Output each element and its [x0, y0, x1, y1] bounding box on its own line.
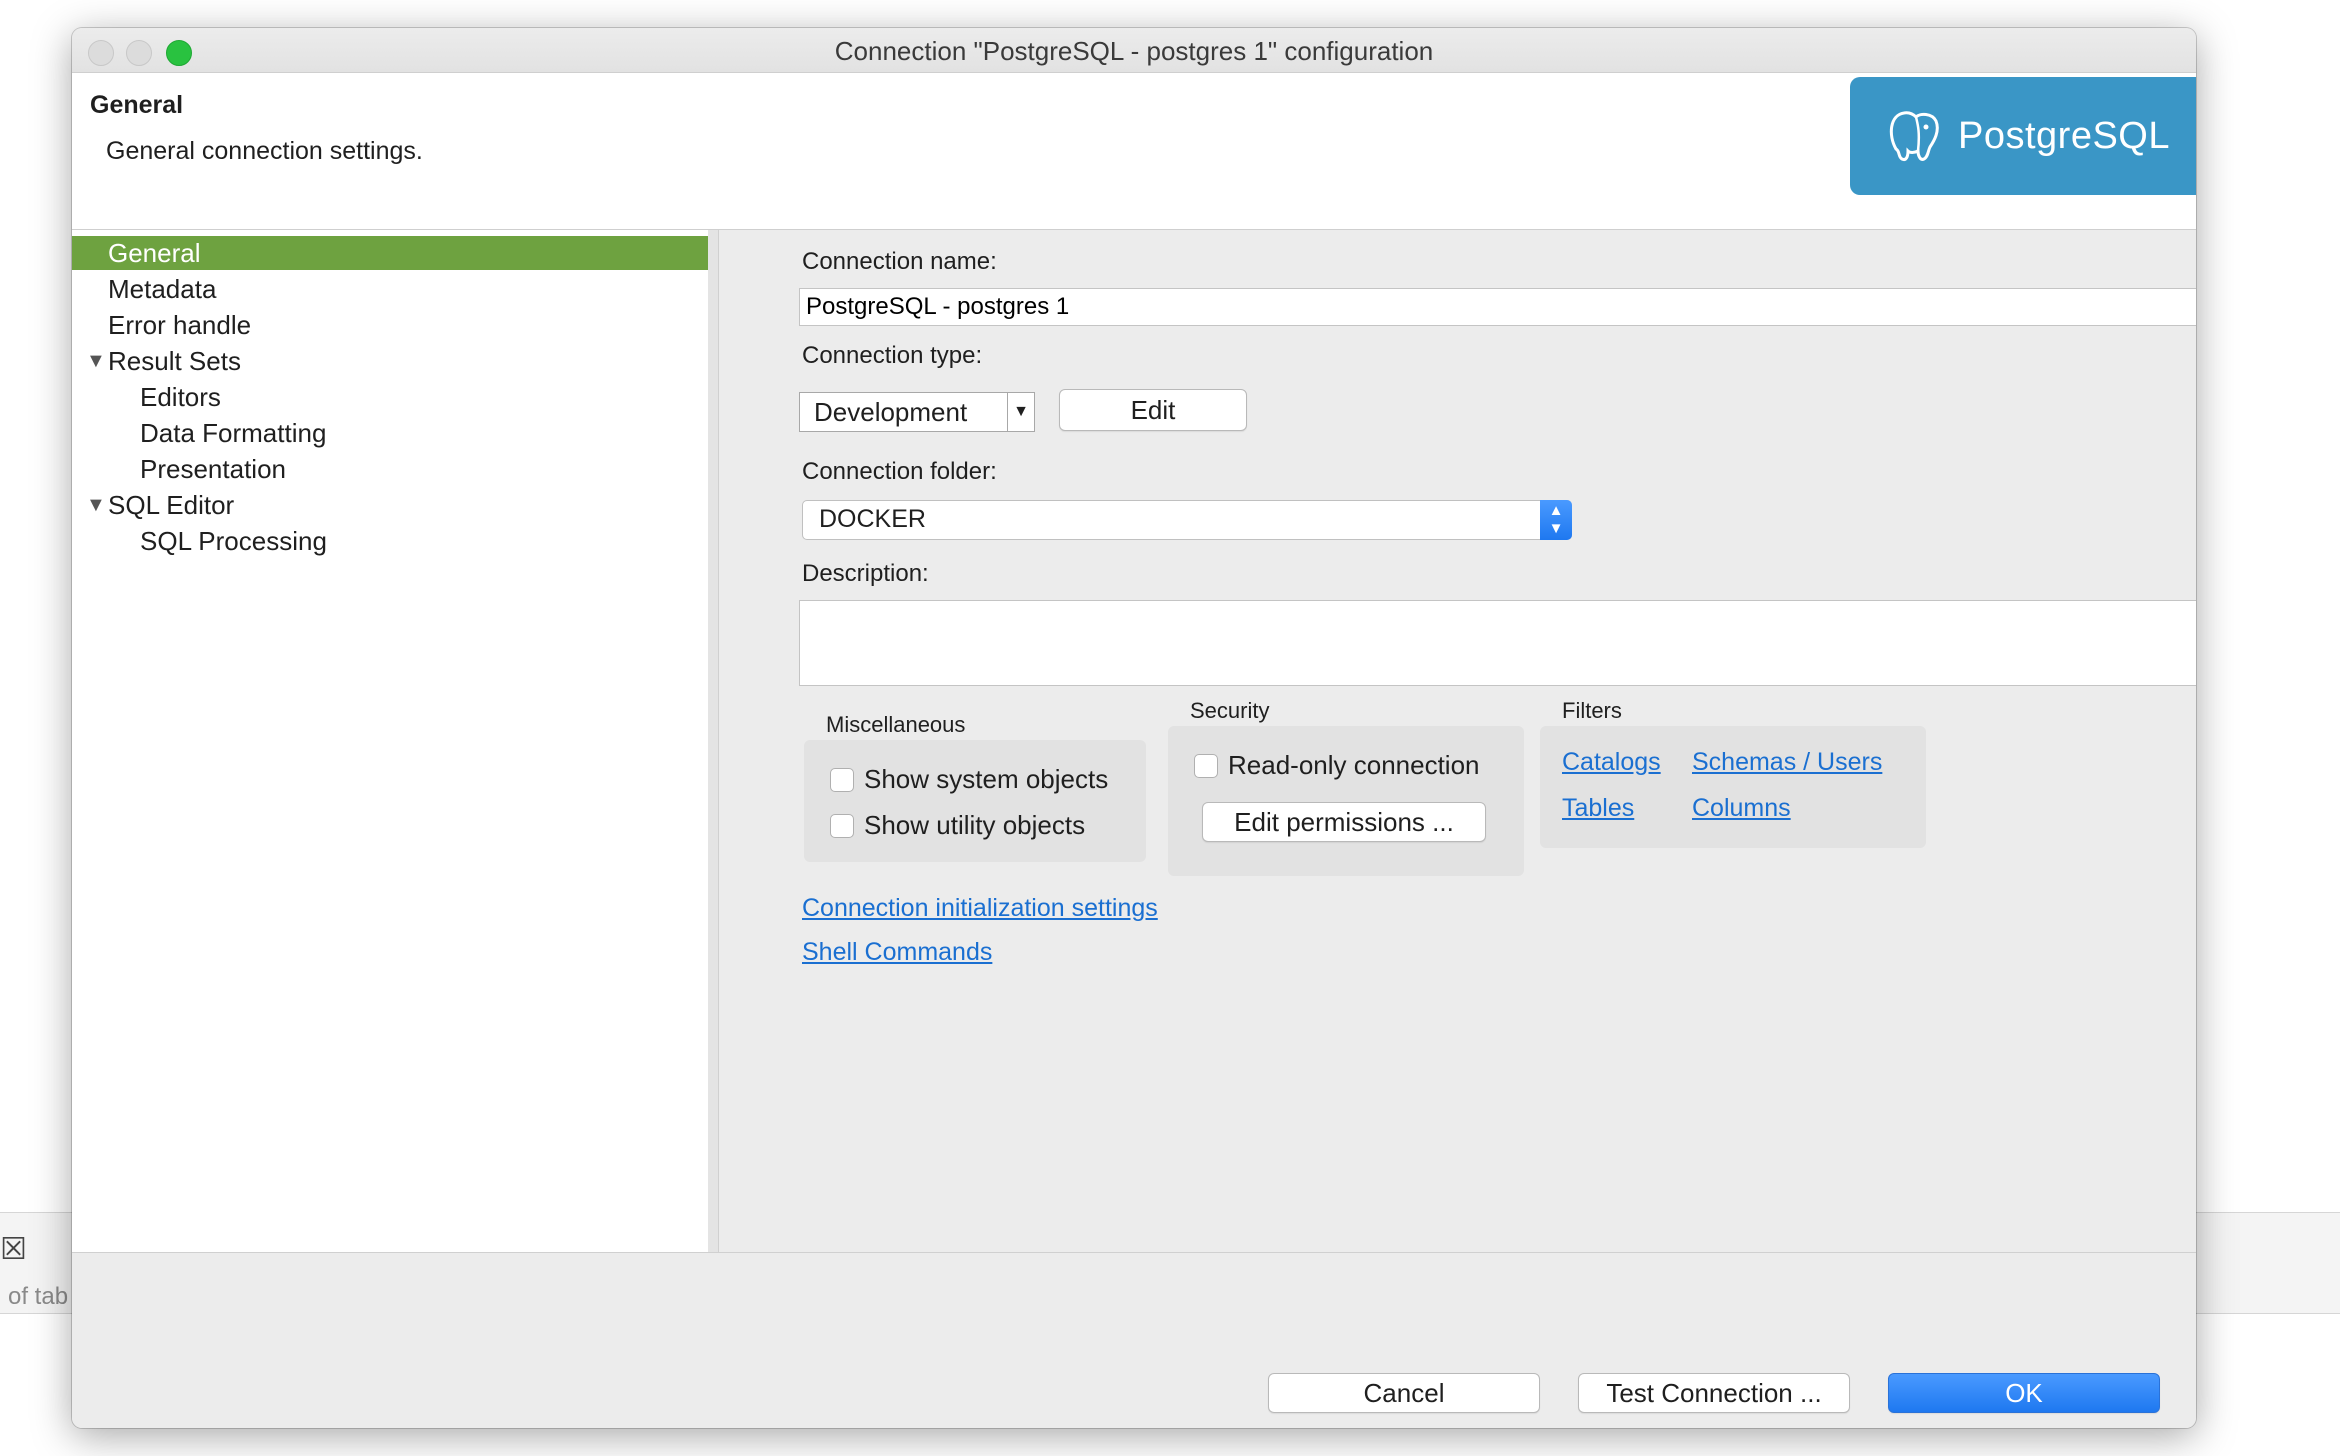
- window-close-button[interactable]: [88, 40, 114, 66]
- tree-item-error-handle[interactable]: Error handle: [108, 308, 251, 342]
- tree-item-metadata[interactable]: Metadata: [108, 272, 216, 306]
- tree-item-label: SQL Editor: [108, 490, 235, 520]
- description-label: Description:: [802, 560, 929, 587]
- pane-splitter[interactable]: [708, 230, 719, 1252]
- connection-init-settings-link[interactable]: Connection initialization settings: [802, 894, 1158, 923]
- tree-item-editors[interactable]: Editors: [140, 380, 221, 414]
- tree-item-presentation[interactable]: Presentation: [140, 452, 286, 486]
- select-stepper-icon[interactable]: ▲ ▼: [1540, 500, 1572, 540]
- tree-item-sql-processing[interactable]: SQL Processing: [140, 524, 327, 558]
- connection-type-value: Development: [814, 397, 968, 427]
- cancel-label: Cancel: [1363, 1378, 1445, 1408]
- close-tab-icon[interactable]: ☒: [0, 1232, 27, 1272]
- settings-tree: General Metadata Error handle ▼ Result S…: [72, 230, 709, 1252]
- window-maximize-button[interactable]: [166, 40, 192, 66]
- connection-folder-label: Connection folder:: [802, 458, 997, 485]
- connection-type-label: Connection type:: [802, 342, 983, 369]
- edit-connection-type-button[interactable]: Edit: [1059, 389, 1247, 431]
- schemas-users-link[interactable]: Schemas / Users: [1692, 748, 1882, 777]
- shell-commands-link[interactable]: Shell Commands: [802, 938, 992, 967]
- expand-triangle-icon[interactable]: ▼: [86, 344, 106, 378]
- description-textarea[interactable]: [799, 600, 2196, 686]
- tree-item-data-formatting[interactable]: Data Formatting: [140, 416, 326, 450]
- title-bar: Connection "PostgreSQL - postgres 1" con…: [72, 28, 2196, 73]
- expand-triangle-icon[interactable]: ▼: [86, 488, 106, 522]
- filters-group-title: Filters: [1562, 698, 1622, 723]
- security-group-title: Security: [1190, 698, 1270, 723]
- security-group: Read-only connection Edit permissions ..…: [1168, 726, 1524, 876]
- dropdown-arrow-icon[interactable]: ▼: [1007, 393, 1034, 431]
- tree-item-label: General: [108, 238, 201, 268]
- ok-label: OK: [2005, 1378, 2043, 1408]
- show-utility-objects-checkbox[interactable]: [830, 814, 854, 838]
- background-app-text: of tab: [8, 1283, 69, 1310]
- misc-group: Show system objects Show utility objects: [804, 740, 1146, 862]
- window-title: Connection "PostgreSQL - postgres 1" con…: [834, 36, 1434, 66]
- connection-name-input[interactable]: [799, 288, 2196, 326]
- misc-group-title: Miscellaneous: [826, 712, 966, 737]
- catalogs-link[interactable]: Catalogs: [1562, 748, 1661, 777]
- ok-button[interactable]: OK: [1888, 1373, 2160, 1413]
- filters-group: Catalogs Schemas / Users Tables Columns: [1540, 726, 1926, 848]
- tree-item-general[interactable]: General: [72, 236, 708, 270]
- test-connection-label: Test Connection ...: [1606, 1378, 1822, 1408]
- dialog-button-bar: Cancel Test Connection ... OK: [72, 1252, 2196, 1428]
- page-title: General: [90, 91, 184, 119]
- postgresql-logo: PostgreSQL: [1850, 77, 2196, 195]
- logo-text: PostgreSQL: [1958, 115, 2170, 157]
- edit-permissions-button[interactable]: Edit permissions ...: [1202, 802, 1486, 842]
- read-only-checkbox[interactable]: [1194, 754, 1218, 778]
- test-connection-button[interactable]: Test Connection ...: [1578, 1373, 1850, 1413]
- elephant-icon: [1889, 111, 1939, 161]
- connection-name-label: Connection name:: [802, 248, 997, 275]
- connection-config-dialog: Connection "PostgreSQL - postgres 1" con…: [72, 28, 2196, 1428]
- show-system-objects-label[interactable]: Show system objects: [864, 764, 1108, 795]
- tree-item-label: Result Sets: [108, 346, 241, 376]
- edit-button-label: Edit: [1130, 395, 1176, 425]
- show-system-objects-checkbox[interactable]: [830, 768, 854, 792]
- connection-folder-value: DOCKER: [819, 505, 926, 533]
- page-header: General General connection settings. Pos…: [72, 73, 2196, 230]
- connection-type-dropdown[interactable]: Development ▼: [799, 392, 1035, 432]
- cancel-button[interactable]: Cancel: [1268, 1373, 1540, 1413]
- show-utility-objects-label[interactable]: Show utility objects: [864, 810, 1085, 841]
- window-minimize-button[interactable]: [126, 40, 152, 66]
- edit-permissions-label: Edit permissions ...: [1234, 807, 1454, 837]
- tree-item-sql-editor[interactable]: ▼ SQL Editor: [72, 488, 672, 522]
- tree-item-result-sets[interactable]: ▼ Result Sets: [72, 344, 672, 378]
- settings-content: Connection name: Connection type: Develo…: [720, 230, 2196, 1252]
- page-description: General connection settings.: [106, 137, 423, 165]
- tables-link[interactable]: Tables: [1562, 794, 1634, 823]
- read-only-label[interactable]: Read-only connection: [1228, 750, 1480, 781]
- connection-folder-select[interactable]: DOCKER ▲ ▼: [802, 500, 1572, 540]
- columns-link[interactable]: Columns: [1692, 794, 1791, 823]
